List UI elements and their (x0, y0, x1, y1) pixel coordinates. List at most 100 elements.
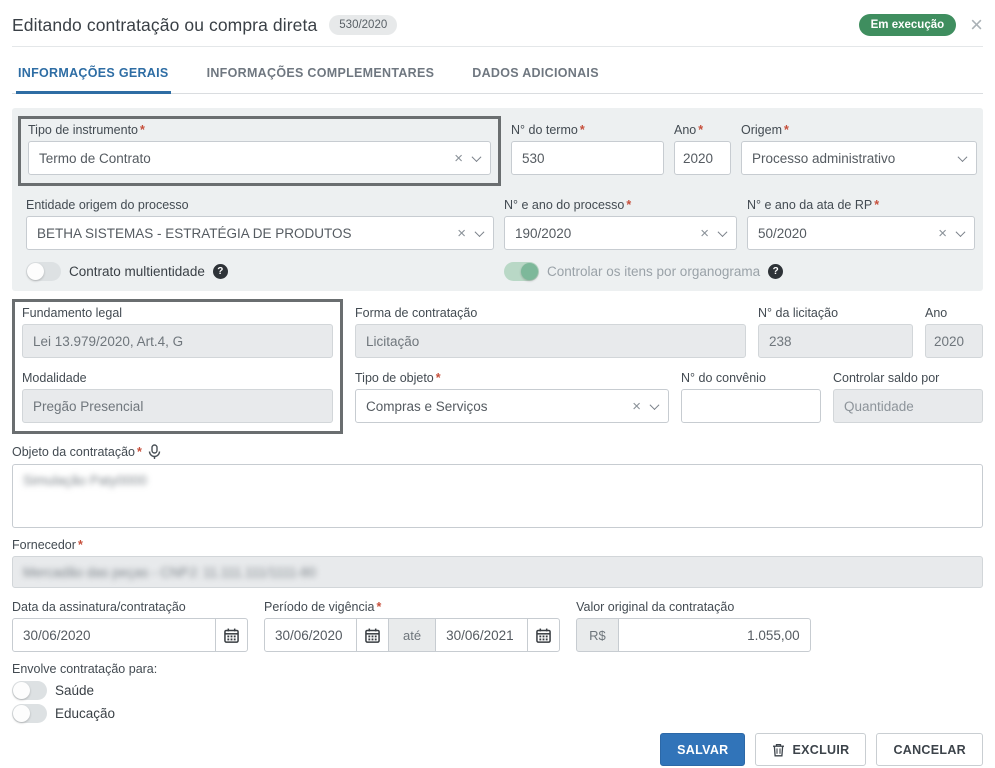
required-marker: * (784, 123, 789, 137)
section-identificacao: Tipo de instrumento* Termo de Contrato ×… (12, 108, 983, 291)
fornecedor-label: Fornecedor* (12, 538, 983, 552)
saude-label: Saúde (55, 683, 94, 698)
objeto-group: Objeto da contratação* Simulação Paty000… (12, 444, 983, 528)
origem-select[interactable]: Processo administrativo (741, 141, 977, 175)
modal-header: Editando contratação ou compra direta 53… (12, 10, 983, 47)
required-marker: * (698, 123, 703, 137)
tab-informacoes-gerais[interactable]: INFORMAÇÕES GERAIS (16, 57, 171, 94)
mic-icon[interactable] (148, 444, 161, 460)
modalidade-label: Modalidade (22, 371, 333, 385)
chevron-down-icon[interactable] (475, 227, 485, 237)
ata-rp-select[interactable]: 50/2020 × (747, 216, 975, 250)
help-icon[interactable]: ? (213, 264, 228, 279)
required-marker: * (580, 123, 585, 137)
cancel-button[interactable]: CANCELAR (876, 733, 983, 766)
highlight-box-fundamento-modalidade: Fundamento legal Lei 13.979/2020, Art.4,… (12, 299, 343, 434)
origem-label: Origem* (741, 123, 977, 137)
fornecedor-field: Mercadão das peças - CNPJ: 11.111.111/11… (12, 556, 983, 588)
valor-input[interactable] (618, 618, 811, 652)
fornecedor-group: Fornecedor* Mercadão das peças - CNPJ: 1… (12, 538, 983, 588)
help-icon[interactable]: ? (768, 264, 783, 279)
entidade-select[interactable]: BETHA SISTEMAS - ESTRATÉGIA DE PRODUTOS … (26, 216, 494, 250)
envolve-label: Envolve contratação para: (12, 662, 983, 676)
required-marker: * (626, 198, 631, 212)
saude-toggle[interactable] (12, 681, 47, 700)
delete-button[interactable]: EXCLUIR (755, 733, 866, 766)
page-title: Editando contratação ou compra direta (12, 15, 317, 36)
section-licitacao: Fundamento legal Lei 13.979/2020, Art.4,… (12, 299, 983, 434)
trash-icon (772, 743, 785, 757)
calendar-icon[interactable] (356, 618, 389, 652)
processo-label: N° e ano do processo* (504, 198, 737, 212)
highlight-box-tipo-instrumento: Tipo de instrumento* Termo de Contrato × (18, 116, 501, 186)
ano-input[interactable] (674, 141, 731, 175)
n-termo-label: N° do termo* (511, 123, 664, 137)
modalidade-field: Pregão Presencial (22, 389, 333, 423)
envolve-group: Envolve contratação para: Saúde Educação (12, 662, 983, 723)
until-separator: até (388, 618, 436, 652)
chevron-down-icon[interactable] (718, 227, 728, 237)
ano-licitacao-label: Ano (925, 306, 983, 320)
calendar-icon[interactable] (215, 618, 248, 652)
clear-icon[interactable]: × (454, 150, 463, 167)
clear-icon[interactable]: × (938, 225, 947, 242)
convenio-input[interactable] (681, 389, 821, 423)
currency-prefix: R$ (576, 618, 619, 652)
organograma-label: Controlar os itens por organograma (547, 264, 760, 279)
multientidade-toggle[interactable] (26, 262, 61, 281)
organograma-toggle[interactable] (504, 262, 539, 281)
contract-number-badge: 530/2020 (329, 15, 397, 35)
tipo-objeto-label: Tipo de objeto* (355, 371, 669, 385)
required-marker: * (377, 600, 382, 614)
saldo-label: Controlar saldo por (833, 371, 983, 385)
ata-rp-label: N° e ano da ata de RP* (747, 198, 975, 212)
required-marker: * (140, 123, 145, 137)
fundamento-field: Lei 13.979/2020, Art.4, G (22, 324, 333, 358)
calendar-icon[interactable] (527, 618, 560, 652)
educacao-label: Educação (55, 706, 115, 721)
multientidade-label: Contrato multientidade (69, 264, 205, 279)
vigencia-label: Período de vigência* (264, 600, 560, 614)
ano-label: Ano* (674, 123, 731, 137)
chevron-down-icon[interactable] (958, 152, 968, 162)
objeto-textarea[interactable]: Simulação Paty0000 (12, 464, 983, 528)
status-badge: Em execução (859, 14, 957, 36)
licitacao-label: N° da licitação (758, 306, 913, 320)
forma-label: Forma de contratação (355, 306, 746, 320)
assinatura-label: Data da assinatura/contratação (12, 600, 248, 614)
required-marker: * (137, 445, 142, 459)
tab-dados-adicionais[interactable]: DADOS ADICIONAIS (470, 57, 601, 93)
ano-licitacao-field: 2020 (925, 324, 983, 358)
valor-label: Valor original da contratação (576, 600, 811, 614)
tab-informacoes-complementares[interactable]: INFORMAÇÕES COMPLEMENTARES (205, 57, 437, 93)
vigencia-start-input[interactable] (264, 618, 357, 652)
edit-contract-modal: Editando contratação ou compra direta 53… (0, 0, 995, 768)
entidade-label: Entidade origem do processo (26, 198, 494, 212)
educacao-toggle[interactable] (12, 704, 47, 723)
dates-row: Data da assinatura/contratação (12, 600, 983, 652)
tipo-objeto-select[interactable]: Compras e Serviços × (355, 389, 669, 423)
tab-bar: INFORMAÇÕES GERAIS INFORMAÇÕES COMPLEMEN… (12, 57, 983, 94)
fundamento-label: Fundamento legal (22, 306, 333, 320)
close-icon[interactable]: × (970, 16, 983, 34)
licitacao-field: 238 (758, 324, 913, 358)
required-marker: * (436, 371, 441, 385)
vigencia-end-input[interactable] (435, 618, 528, 652)
objeto-label: Objeto da contratação* (12, 445, 142, 459)
chevron-down-icon[interactable] (956, 227, 966, 237)
assinatura-date-input[interactable] (12, 618, 216, 652)
save-button[interactable]: SALVAR (660, 733, 745, 766)
tipo-instrumento-select[interactable]: Termo de Contrato × (28, 141, 491, 175)
saldo-field: Quantidade (833, 389, 983, 423)
n-termo-input[interactable] (511, 141, 664, 175)
footer-actions: SALVAR EXCLUIR CANCELAR (12, 733, 983, 766)
chevron-down-icon[interactable] (472, 152, 482, 162)
chevron-down-icon[interactable] (650, 400, 660, 410)
clear-icon[interactable]: × (632, 398, 641, 415)
convenio-label: N° do convênio (681, 371, 821, 385)
clear-icon[interactable]: × (457, 225, 466, 242)
clear-icon[interactable]: × (700, 225, 709, 242)
tipo-instrumento-label: Tipo de instrumento* (28, 123, 491, 137)
processo-select[interactable]: 190/2020 × (504, 216, 737, 250)
required-marker: * (874, 198, 879, 212)
